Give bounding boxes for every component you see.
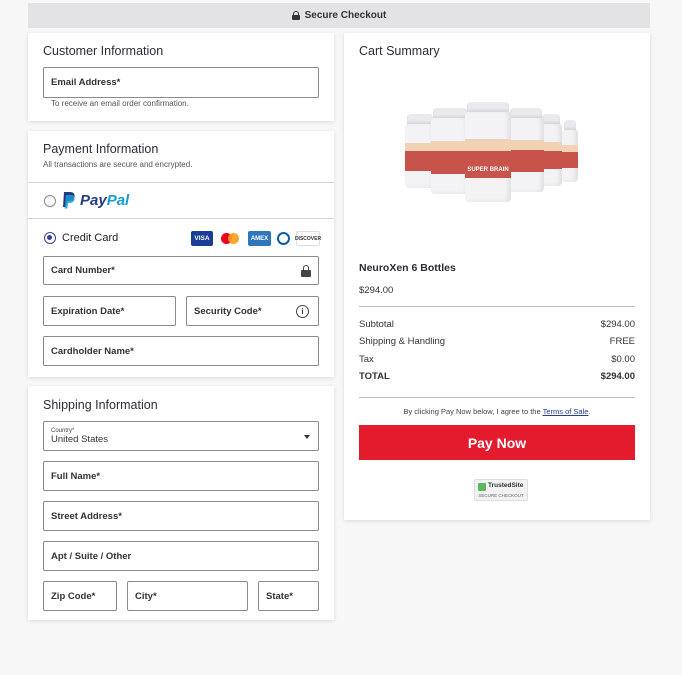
chevron-down-icon <box>304 435 310 439</box>
email-field[interactable]: Email Address* <box>43 67 319 98</box>
street-address-field[interactable]: Street Address* <box>43 501 319 531</box>
payment-info-title: Payment Information <box>43 142 159 156</box>
city-field[interactable]: City* <box>127 581 248 611</box>
cardholder-name-field[interactable]: Cardholder Name* <box>43 336 319 366</box>
apt-placeholder: Apt / Suite / Other <box>51 550 132 562</box>
bottle-image: SUPER BRAIN <box>465 102 511 202</box>
shipping-info-title: Shipping Information <box>43 398 158 412</box>
paypal-pay-text: Pay <box>80 191 107 209</box>
total-value: $294.00 <box>600 371 635 382</box>
credit-card-label[interactable]: Credit Card <box>62 232 118 244</box>
payment-info-subtitle: All transactions are secure and encrypte… <box>43 160 193 169</box>
full-name-placeholder: Full Name* <box>51 470 101 482</box>
customer-info-card: Customer Information Email Address* To r… <box>28 33 334 121</box>
paypal-pal-text: Pal <box>106 191 130 209</box>
amex-icon: AMEX <box>248 231 271 246</box>
mastercard-icon <box>220 231 242 246</box>
subtotal-value: $294.00 <box>600 319 635 330</box>
zip-placeholder: Zip Code* <box>51 590 96 602</box>
trusted-site-title: TrustedSite <box>488 482 524 489</box>
terms-text: By clicking Pay Now below, I agree to th… <box>359 407 635 416</box>
card-lock-icon <box>301 265 311 277</box>
security-code-placeholder: Security Code* <box>194 305 262 317</box>
pay-now-button[interactable]: Pay Now <box>359 425 635 460</box>
subtotal-label: Subtotal <box>359 319 394 330</box>
product-price: $294.00 <box>359 285 394 296</box>
cardholder-placeholder: Cardholder Name* <box>51 345 134 357</box>
city-placeholder: City* <box>135 590 157 602</box>
shipping-value: FREE <box>609 336 635 347</box>
card-number-field[interactable]: Card Number* <box>43 256 319 285</box>
cart-summary-title: Cart Summary <box>359 44 440 58</box>
cart-divider-top <box>359 306 635 307</box>
total-row: TOTAL $294.00 <box>359 371 635 382</box>
payment-info-card: Payment Information All transactions are… <box>28 131 334 377</box>
visa-icon: VISA <box>191 231 213 246</box>
credit-card-radio[interactable] <box>44 232 56 244</box>
email-hint: To receive an email order confirmation. <box>51 99 189 108</box>
state-placeholder: State* <box>266 590 293 602</box>
lock-icon <box>291 11 300 20</box>
tax-value: $0.00 <box>611 354 635 365</box>
payment-divider-top <box>28 182 334 183</box>
zip-code-field[interactable]: Zip Code* <box>43 581 117 611</box>
tax-row: Tax $0.00 <box>359 354 635 365</box>
full-name-field[interactable]: Full Name* <box>43 461 319 491</box>
paypal-logo[interactable]: PayPal <box>61 191 129 209</box>
trusted-site-sub: SECURE CHECKOUT <box>478 493 524 498</box>
terms-of-sale-link[interactable]: Terms of Sale <box>543 407 589 416</box>
shipping-row: Shipping & Handling FREE <box>359 336 635 347</box>
paypal-radio[interactable] <box>44 195 56 207</box>
paypal-icon <box>63 192 75 209</box>
total-label: TOTAL <box>359 371 390 382</box>
apt-suite-field[interactable]: Apt / Suite / Other <box>43 541 319 571</box>
trusted-site-badge[interactable]: TrustedSite SECURE CHECKOUT <box>474 479 528 501</box>
shipping-label: Shipping & Handling <box>359 336 446 347</box>
cart-divider-bottom <box>359 397 635 398</box>
secure-checkout-bar: Secure Checkout <box>28 3 650 28</box>
bottle-label-text: SUPER BRAIN <box>467 167 509 174</box>
email-placeholder: Email Address* <box>51 77 121 88</box>
customer-info-title: Customer Information <box>43 44 164 58</box>
shipping-info-card: Shipping Information Country* United Sta… <box>28 386 334 620</box>
diners-icon <box>276 231 292 246</box>
street-placeholder: Street Address* <box>51 510 122 522</box>
country-select[interactable]: Country* United States <box>43 421 319 451</box>
bottle-image <box>508 108 544 192</box>
security-code-field[interactable]: Security Code* i <box>186 296 319 326</box>
trusted-check-icon <box>478 483 486 491</box>
tax-label: Tax <box>359 354 374 365</box>
state-field[interactable]: State* <box>258 581 319 611</box>
secure-checkout-label: Secure Checkout <box>304 10 387 21</box>
discover-icon: DISCOVER <box>295 231 321 246</box>
bottle-image <box>562 120 578 182</box>
product-name: NeuroXen 6 Bottles <box>359 262 456 274</box>
expiration-date-field[interactable]: Expiration Date* <box>43 296 176 326</box>
bottle-image <box>431 108 469 194</box>
terms-prefix: By clicking Pay Now below, I agree to th… <box>403 407 543 416</box>
product-image: SUPER BRAIN <box>395 100 585 210</box>
subtotal-row: Subtotal $294.00 <box>359 319 635 330</box>
info-icon[interactable]: i <box>296 305 309 318</box>
payment-divider-mid <box>28 218 334 219</box>
country-value: United States <box>51 433 109 445</box>
card-number-placeholder: Card Number* <box>51 265 115 276</box>
expiration-placeholder: Expiration Date* <box>51 305 125 317</box>
terms-suffix: . <box>588 407 591 416</box>
